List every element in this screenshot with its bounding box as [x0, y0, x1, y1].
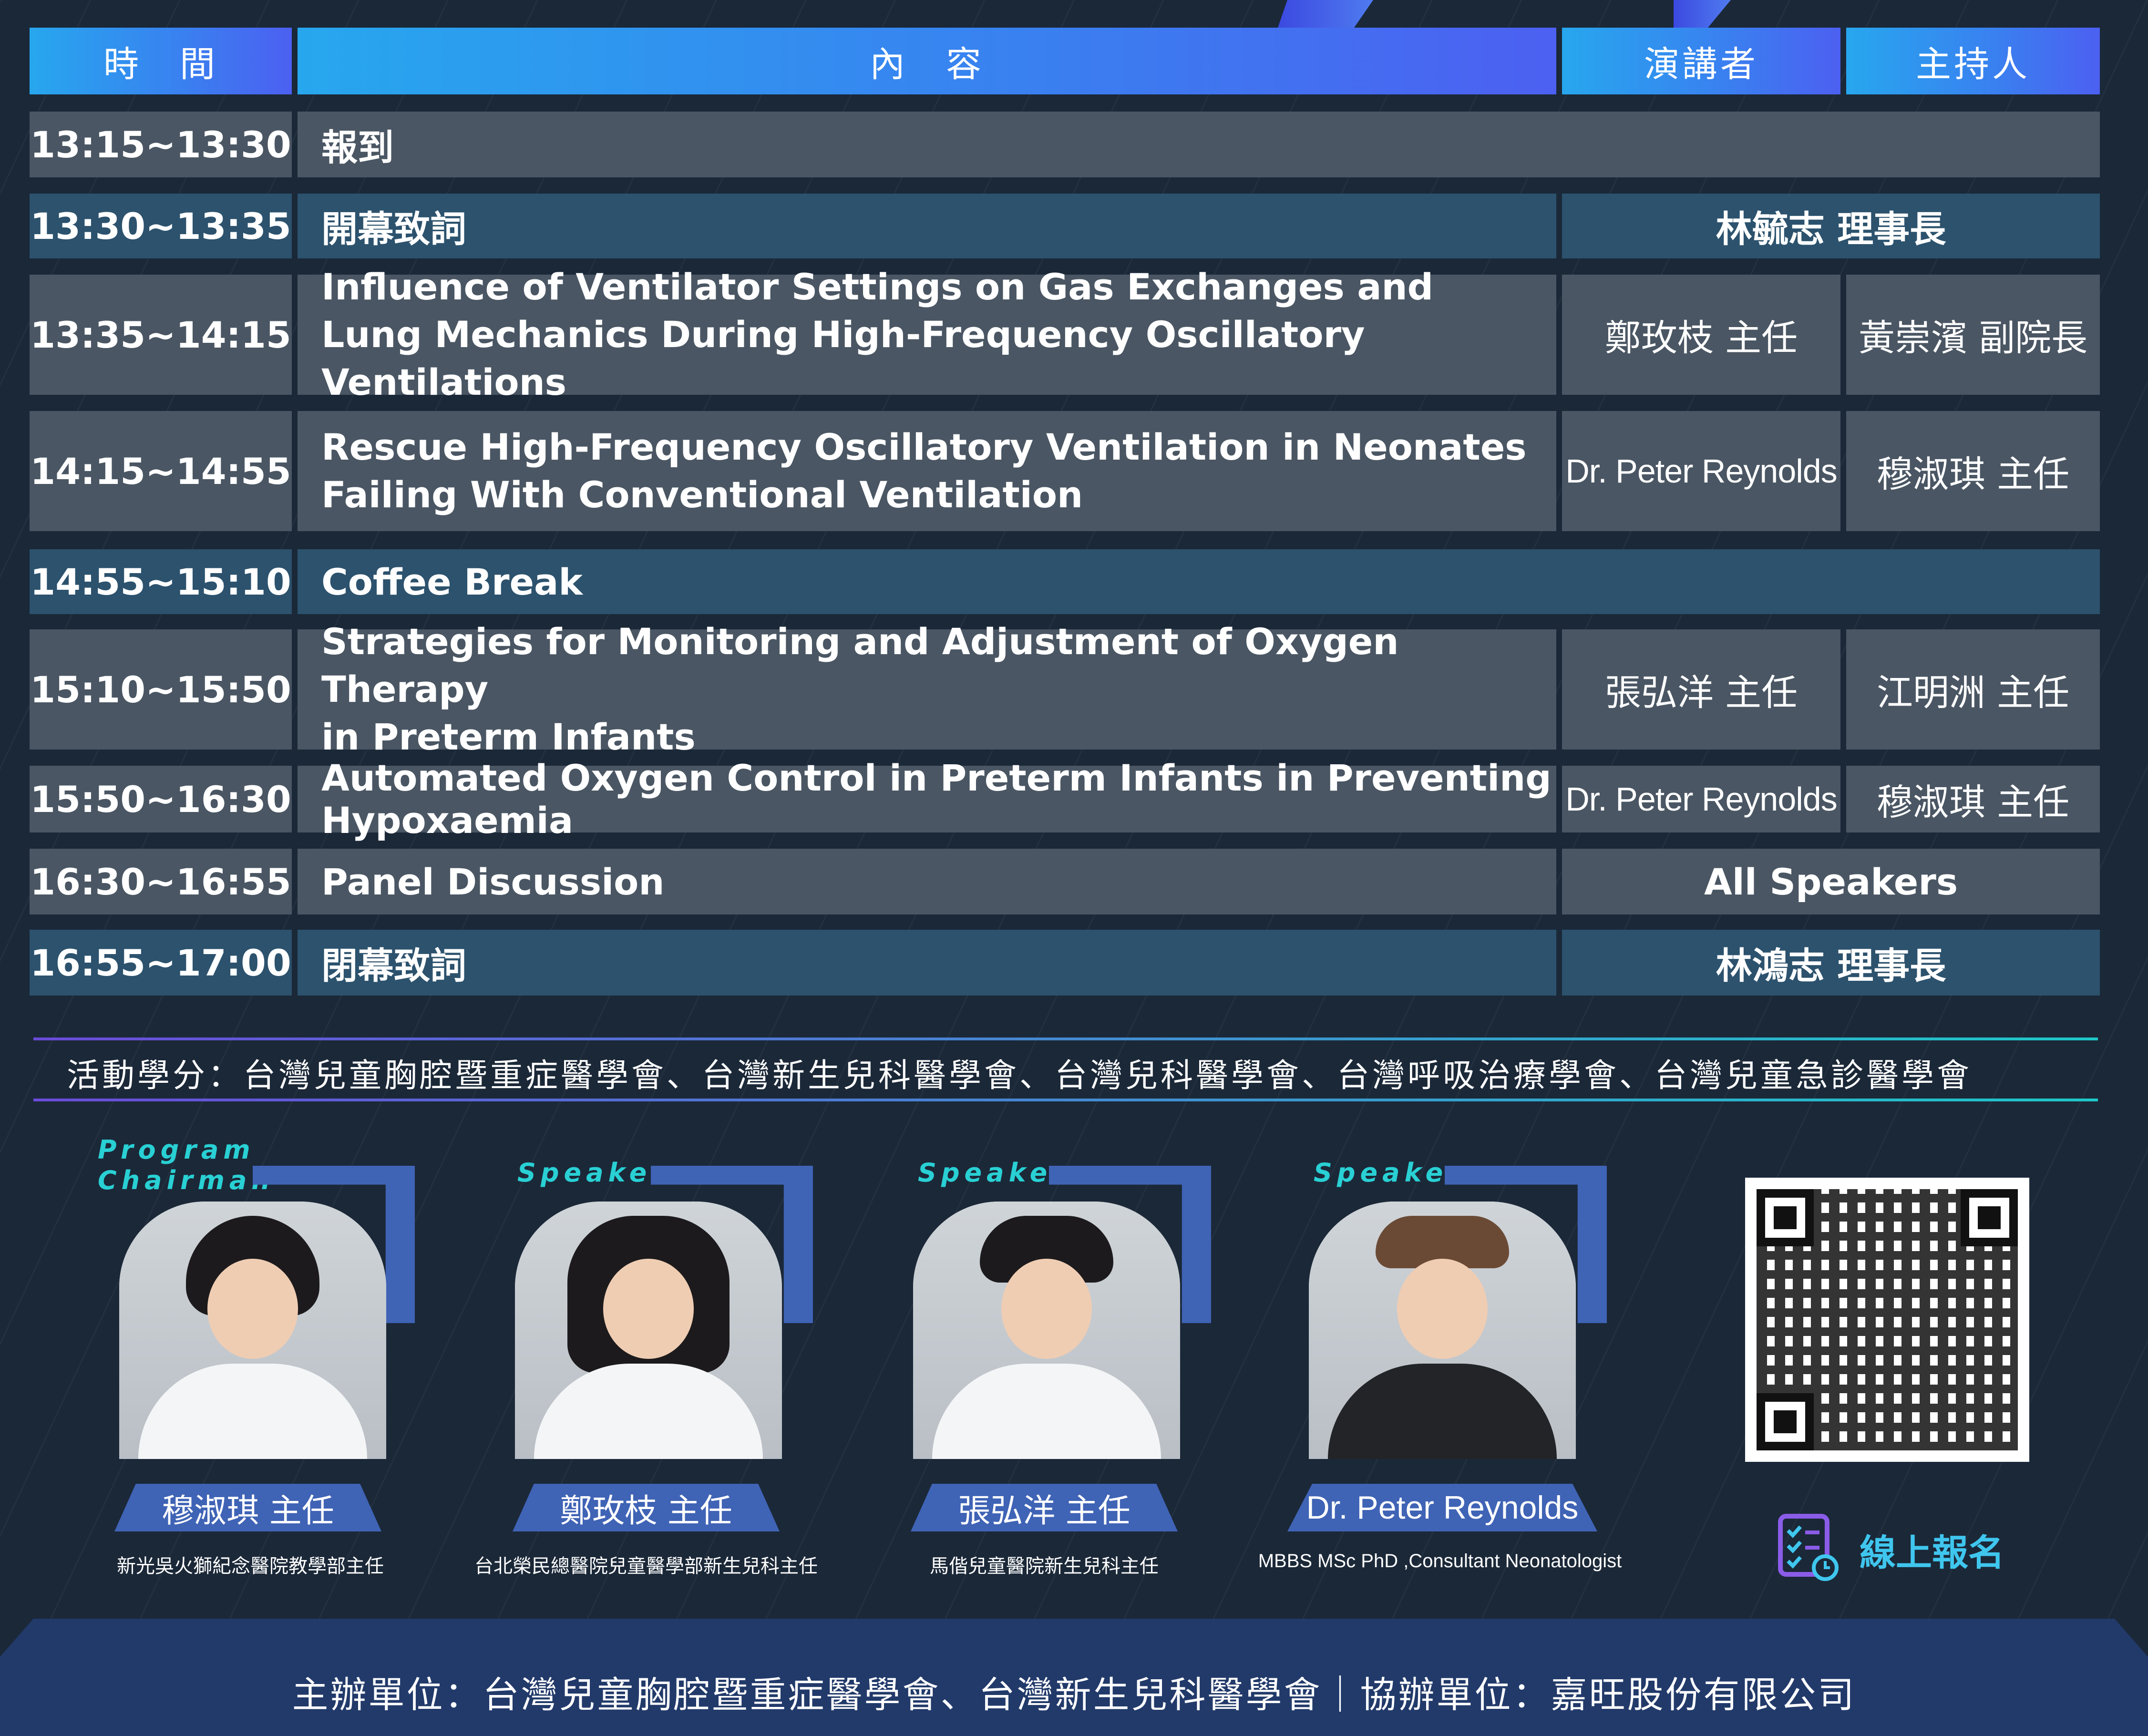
table-row-content: Strategies for Monitoring and Adjustment… [298, 620, 1556, 758]
person-affiliation: 新光吳火獅紀念醫院教學部主任 [117, 1555, 384, 1577]
table-row-time: 13:30~13:35 [30, 194, 292, 258]
avatar [1309, 1202, 1576, 1459]
signup-link[interactable]: 線上報名 [1860, 1523, 2004, 1576]
header-content: 內 容 [298, 28, 1556, 94]
table-row-speaker: Dr. Peter Reynolds [1562, 411, 1840, 531]
qr-finder [1961, 1189, 2018, 1246]
table-row-time: 15:50~16:30 [30, 766, 292, 832]
content-line-1: Strategies for Monitoring and Adjustment… [321, 620, 1399, 710]
table-row-speaker: Dr. Peter Reynolds [1562, 766, 1840, 832]
person-affiliation: MBBS MSc PhD ,Consultant Neonatologist [1258, 1551, 1622, 1572]
qr-finder [1757, 1393, 1814, 1450]
content-line-2: Failing With Conventional Ventilation [321, 473, 1083, 516]
divider-top [33, 1037, 2098, 1040]
avatar [119, 1202, 386, 1459]
avatar [913, 1202, 1180, 1459]
person-affiliation: 台北榮民總醫院兒童醫學部新生兒科主任 [474, 1555, 818, 1577]
header-speaker: 演講者 [1562, 28, 1840, 94]
person-affiliation: 馬偕兒童醫院新生兒科主任 [930, 1555, 1159, 1577]
person-name: Dr. Peter Reynolds [1287, 1484, 1597, 1531]
table-row-host: 穆淑琪 主任 [1846, 766, 2100, 832]
qr-code[interactable] [1745, 1178, 2029, 1462]
table-row-time: 15:10~15:50 [30, 629, 292, 750]
header-time: 時 間 [30, 28, 292, 94]
table-row-time: 14:55~15:10 [30, 549, 292, 614]
footer-organizers: 主辦單位：台灣兒童胸腔暨重症醫學會、台灣新生兒科醫學會｜協辦單位：嘉旺股份有限公… [292, 1674, 1856, 1716]
content-line-1: Rescue High-Frequency Oscillatory Ventil… [321, 426, 1527, 468]
person-name: 鄭玫枝 主任 [513, 1484, 780, 1531]
top-decoration [1278, 0, 1373, 28]
table-row-content: Panel Discussion [298, 849, 1556, 914]
role-tag: Speaker [1314, 1158, 1465, 1188]
table-row-content: 開幕致詞 [298, 194, 1556, 258]
qr-finder [1757, 1189, 1814, 1246]
checklist-icon[interactable] [1774, 1511, 1840, 1583]
content-line-2: Lung Mechanics During High-Frequency Osc… [321, 313, 1365, 403]
table-row-content: 閉幕致詞 [298, 930, 1556, 996]
top-decoration-2 [1674, 0, 1731, 28]
header-host: 主持人 [1846, 28, 2100, 94]
table-row-speaker-host: 林毓志 理事長 [1562, 194, 2100, 258]
table-row-host: 穆淑琪 主任 [1846, 411, 2100, 531]
avatar [515, 1202, 782, 1459]
table-row-time: 14:15~14:55 [30, 411, 292, 531]
credits-text: 活動學分：台灣兒童胸腔暨重症醫學會、台灣新生兒科醫學會、台灣兒科醫學會、台灣呼吸… [67, 1057, 1973, 1095]
table-row-speaker-host: All Speakers [1562, 849, 2100, 914]
table-row-content: Automated Oxygen Control in Preterm Infa… [298, 757, 1556, 842]
person-name: 張弘洋 主任 [911, 1484, 1178, 1531]
table-row-time: 13:15~13:30 [30, 112, 292, 177]
table-row-host: 江明洲 主任 [1846, 629, 2100, 750]
table-row-host: 黃崇濱 副院長 [1846, 275, 2100, 395]
table-row-speaker: 鄭玫枝 主任 [1562, 275, 1840, 395]
content-line-2: in Preterm Infants [321, 716, 696, 758]
person-name: 穆淑琪 主任 [114, 1484, 381, 1531]
role-tag: Program Chairman [98, 1135, 275, 1195]
footer: 主辦單位：台灣兒童胸腔暨重症醫學會、台灣新生兒科醫學會｜協辦單位：嘉旺股份有限公… [0, 1619, 2148, 1736]
content-line-1: Influence of Ventilator Settings on Gas … [321, 266, 1434, 308]
table-row-content: Influence of Ventilator Settings on Gas … [298, 266, 1556, 403]
table-row-speaker: 張弘洋 主任 [1562, 629, 1840, 750]
role-tag: Speaker [918, 1158, 1069, 1188]
table-row-content: 報到 [298, 112, 2100, 177]
table-row-time: 16:55~17:00 [30, 930, 292, 996]
table-row-time: 13:35~14:15 [30, 275, 292, 395]
role-tag: Speaker [517, 1158, 669, 1188]
table-row-content: Coffee Break [298, 549, 2100, 614]
table-row-content: Rescue High-Frequency Oscillatory Ventil… [298, 411, 1556, 531]
divider-bottom [33, 1099, 2098, 1101]
table-row-time: 16:30~16:55 [30, 849, 292, 914]
table-row-speaker-host: 林鴻志 理事長 [1562, 930, 2100, 996]
